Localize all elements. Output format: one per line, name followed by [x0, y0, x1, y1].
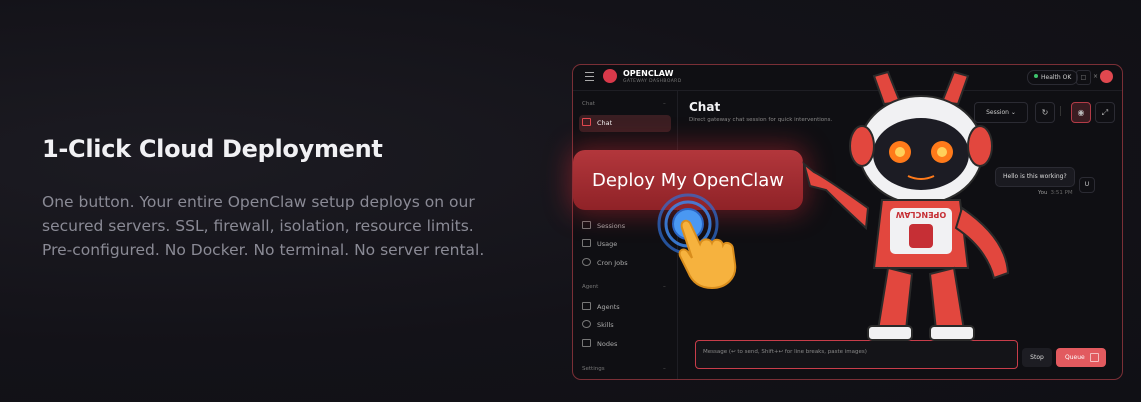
brain-icon: ◉ — [1077, 108, 1085, 117]
queue-button[interactable]: Queue — [1056, 348, 1106, 367]
queue-icon — [1090, 353, 1099, 362]
brand-name: OPENCLAW — [623, 69, 674, 78]
sidebar-item-label: Nodes — [597, 340, 618, 348]
sidebar-item-label: Usage — [597, 240, 618, 248]
sidebar-item-label: Agents — [597, 303, 620, 311]
queue-button-label: Queue — [1065, 354, 1085, 361]
monitor-icon — [582, 339, 591, 347]
collapse-icon[interactable]: – — [663, 101, 666, 107]
sidebar-section-agent: Agent — [582, 284, 599, 290]
bar-chart-icon — [582, 239, 591, 247]
sidebar-item-label: Sessions — [597, 222, 626, 230]
robot-chest-text: OPENCLAW — [896, 210, 947, 219]
sidebar-section-settings: Settings — [582, 366, 605, 372]
sparkle-icon — [582, 320, 591, 328]
sidebar-item-label: Cron Jobs — [597, 259, 628, 267]
divider — [1060, 106, 1061, 116]
folder-icon — [582, 302, 591, 310]
sidebar-item-agents[interactable]: Agents — [579, 299, 671, 316]
expand-button[interactable]: ⤢ — [1095, 102, 1115, 123]
avatar[interactable] — [1100, 70, 1113, 83]
sidebar-section-chat: Chat — [582, 101, 595, 107]
user-avatar: U — [1079, 177, 1095, 193]
message-time: 3:51 PM — [1050, 190, 1073, 196]
focus-toggle-button[interactable]: ◉ — [1071, 102, 1091, 123]
clock-icon — [582, 258, 591, 266]
menu-icon[interactable] — [585, 72, 594, 81]
brand-subtitle: GATEWAY DASHBOARD — [623, 79, 682, 84]
stop-button[interactable]: Stop — [1022, 348, 1052, 367]
sidebar-item-label: Skills — [597, 321, 614, 329]
sidebar-item-skills[interactable]: Skills — [579, 317, 671, 334]
robot-mascot-image: OPENCLAW — [802, 70, 1010, 341]
sidebar-item-nodes[interactable]: Nodes — [579, 336, 671, 353]
page-title: Chat — [689, 100, 721, 114]
feature-description: One button. Your entire OpenClaw setup d… — [42, 193, 485, 259]
sidebar-item-chat[interactable]: Chat — [579, 115, 671, 132]
feature-section: 1-Click Cloud Deployment One button. You… — [42, 135, 502, 262]
expand-icon: ⤢ — [1101, 108, 1109, 117]
sidebar-item-label: Chat — [597, 119, 613, 127]
message-icon — [582, 118, 591, 126]
file-icon — [582, 221, 591, 229]
feature-title: 1-Click Cloud Deployment — [42, 135, 383, 163]
collapse-icon[interactable]: – — [663, 366, 666, 372]
logo-icon — [603, 69, 617, 83]
tap-hand-icon — [657, 193, 737, 290]
